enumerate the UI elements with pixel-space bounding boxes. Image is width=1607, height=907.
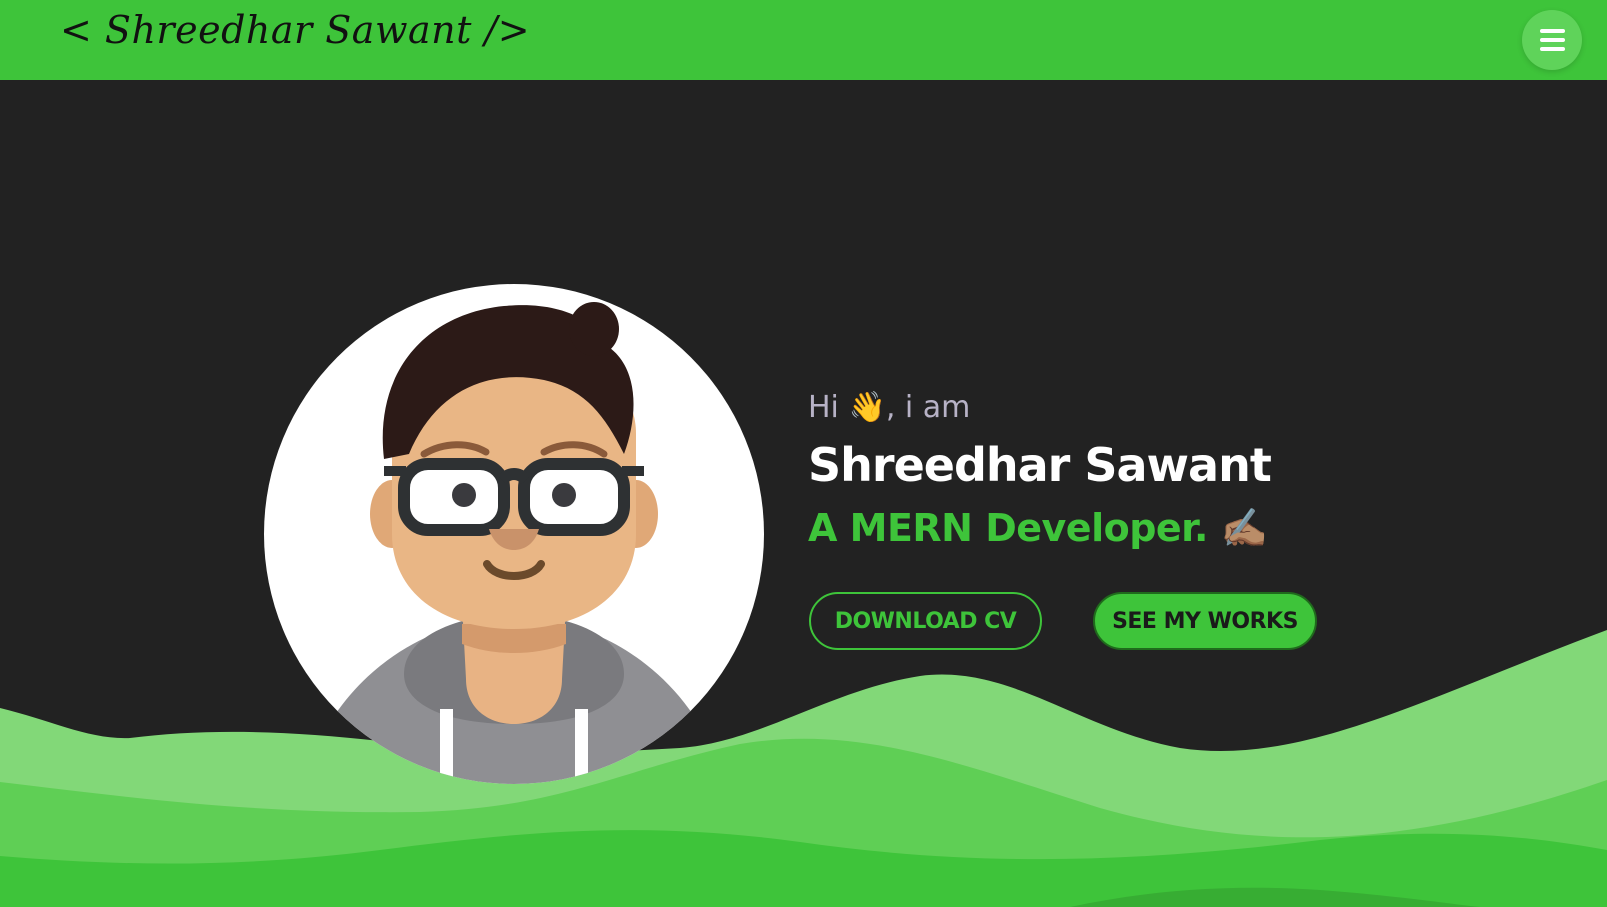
role-text: A MERN Developer. [808,506,1208,550]
brand-logo[interactable]: < Shreedhar Sawant /> [60,8,530,52]
waving-hand-icon: 👋 [848,390,886,425]
writing-hand-icon: ✍🏽 [1220,506,1268,550]
avatar [264,284,764,784]
hamburger-icon-line [1539,29,1565,33]
menu-button[interactable] [1522,10,1582,70]
hero-name: Shreedhar Sawant [808,438,1272,492]
greeting: Hi 👋, i am [808,390,1508,432]
developer-avatar-illustration [304,302,724,784]
download-cv-button[interactable]: DOWNLOAD CV [809,592,1042,650]
intro-block: Hi 👋, i am Shreedhar Sawant A MERN Devel… [808,390,1508,551]
greeting-prefix: Hi [808,390,839,425]
greeting-suffix: , i am [885,390,971,425]
navbar: < Shreedhar Sawant /> [0,0,1607,80]
hamburger-icon-line [1539,47,1565,51]
hamburger-icon-line [1539,38,1565,42]
see-my-works-button[interactable]: SEE MY WORKS [1093,592,1317,650]
hero-role: A MERN Developer. ✍🏽 [808,506,1508,551]
